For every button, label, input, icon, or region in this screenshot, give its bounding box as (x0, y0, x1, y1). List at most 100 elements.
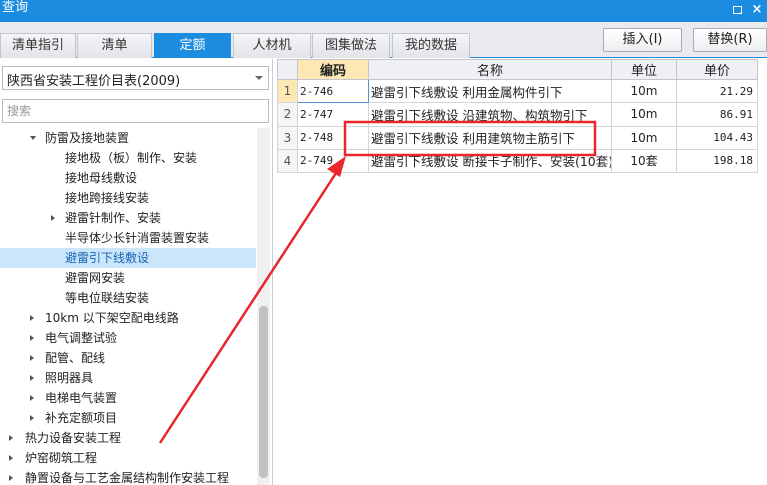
cell-name[interactable]: 避雷引下线敷设 沿建筑物、构筑物引下 (368, 102, 612, 127)
cell-name[interactable]: 避雷引下线敷设 利用建筑物主筋引下 (368, 125, 612, 150)
scrollbar-thumb[interactable] (259, 306, 268, 478)
expand-triangle-icon[interactable] (30, 315, 34, 321)
tree-node-label: 避雷引下线敷设 (65, 251, 150, 265)
tree-node-label: 接地极（板）制作、安装 (65, 151, 198, 165)
tree-node-conduit-wiring[interactable]: 配管、配线 (0, 348, 256, 368)
tree-node-label: 防雷及接地装置 (45, 131, 130, 145)
row-number: 3 (277, 125, 298, 150)
table-row[interactable]: 4 2-749 避雷引下线敷设 断接卡子制作、安装(10套) 10套 198.1… (277, 148, 758, 174)
tree-node-label: 电梯电气装置 (45, 391, 118, 405)
tree-node-lightning-rod[interactable]: 避雷针制作、安装 (0, 208, 256, 228)
tree-node-electrical-test[interactable]: 电气调整试验 (0, 328, 256, 348)
tab-bar: 清单指引 清单 定额 人材机 图集做法 我的数据 插入(I) 替换(R) (0, 22, 767, 58)
cell-price[interactable]: 104.43 (676, 125, 758, 150)
expand-triangle-icon[interactable] (9, 435, 13, 441)
tree-node-furnace-masonry[interactable]: 炉窑砌筑工程 (0, 448, 256, 468)
cell-code[interactable]: 2-749 (297, 148, 369, 174)
cell-unit[interactable]: 10m (611, 78, 677, 104)
quota-table: 编码 名称 单位 单价 1 2-746 避雷引下线敷设 利用金属构件引下 10m… (277, 59, 758, 174)
tab-labor-material-machine[interactable]: 人材机 (233, 33, 311, 58)
cell-unit[interactable]: 10m (611, 102, 677, 127)
tab-bill-guide[interactable]: 清单指引 (0, 33, 76, 58)
expand-triangle-icon[interactable] (30, 375, 34, 381)
row-number: 4 (277, 148, 298, 174)
expand-triangle-icon[interactable] (9, 475, 13, 481)
tree-node-down-conductor[interactable]: 避雷引下线敷设 (0, 248, 256, 268)
tree-node-thermal-equipment[interactable]: 热力设备安装工程 (0, 428, 256, 448)
cell-unit[interactable]: 10m (611, 125, 677, 150)
tree-node-label: 接地跨接线安装 (65, 191, 150, 205)
tab-my-data[interactable]: 我的数据 (392, 33, 470, 58)
cell-name[interactable]: 避雷引下线敷设 利用金属构件引下 (368, 78, 612, 104)
tree-node-supplementary-quota[interactable]: 补充定额项目 (0, 408, 256, 428)
window-title: 查询 (2, 0, 29, 15)
cell-price[interactable]: 21.29 (676, 78, 758, 104)
catalog-select[interactable]: 陕西省安装工程价目表(2009) (2, 66, 269, 90)
tree-node-label: 等电位联结安装 (65, 291, 150, 305)
chevron-down-icon (255, 76, 263, 80)
tree-node-label: 避雷网安装 (65, 271, 126, 285)
column-header-name[interactable]: 名称 (368, 59, 612, 80)
table-row[interactable]: 3 2-748 避雷引下线敷设 利用建筑物主筋引下 10m 104.43 (277, 125, 758, 150)
expand-triangle-icon[interactable] (30, 335, 34, 341)
expand-triangle-icon[interactable] (30, 395, 34, 401)
expand-triangle-icon[interactable] (51, 215, 55, 221)
window-titlebar: 查询 × (0, 0, 767, 22)
cell-name[interactable]: 避雷引下线敷设 断接卡子制作、安装(10套) (368, 148, 612, 174)
tree-node-static-equipment[interactable]: 静置设备与工艺金属结构制作安装工程 (0, 468, 256, 485)
row-number-header (277, 59, 298, 80)
tab-atlas-method[interactable]: 图集做法 (312, 33, 390, 58)
expand-triangle-icon[interactable] (30, 355, 34, 361)
search-input[interactable] (2, 99, 269, 123)
replace-button[interactable]: 替换(R) (693, 28, 767, 52)
tree-node-equipotential-bonding[interactable]: 等电位联结安装 (0, 288, 256, 308)
cell-code[interactable]: 2-746 (297, 78, 369, 104)
cell-unit[interactable]: 10套 (611, 148, 677, 174)
catalog-panel: 陕西省安装工程价目表(2009) 防雷及接地装置 接地极（板）制作、安装 接地母… (0, 59, 273, 485)
catalog-select-value: 陕西省安装工程价目表(2009) (7, 74, 181, 89)
table-row[interactable]: 2 2-747 避雷引下线敷设 沿建筑物、构筑物引下 10m 86.91 (277, 102, 758, 127)
tree-node-label: 接地母线敷设 (65, 171, 138, 185)
tree-node-overhead-line[interactable]: 10km 以下架空配电线路 (0, 308, 256, 328)
cell-price[interactable]: 86.91 (676, 102, 758, 127)
row-number: 2 (277, 102, 298, 127)
tree-node-label: 电气调整试验 (45, 331, 118, 345)
maximize-button[interactable] (729, 2, 745, 18)
tree-node-label: 半导体少长针消雷装置安装 (65, 231, 210, 245)
insert-button[interactable]: 插入(I) (603, 28, 682, 52)
expand-triangle-icon[interactable] (9, 455, 13, 461)
cell-code[interactable]: 2-747 (297, 102, 369, 127)
tree-node-elevator-electrical[interactable]: 电梯电气装置 (0, 388, 256, 408)
tree-node-grounding-busbar[interactable]: 接地母线敷设 (0, 168, 256, 188)
tree-scrollbar[interactable] (257, 128, 270, 485)
tree-node-label: 照明器具 (45, 371, 94, 385)
tree-node-lightning-net[interactable]: 避雷网安装 (0, 268, 256, 288)
tree-node-label: 避雷针制作、安装 (65, 211, 162, 225)
close-button[interactable]: × (749, 2, 765, 18)
tree-node-label: 补充定额项目 (45, 411, 118, 425)
tree-node-label: 炉窑砌筑工程 (25, 451, 98, 465)
tree-node-label: 热力设备安装工程 (25, 431, 122, 445)
cell-price[interactable]: 198.18 (676, 148, 758, 174)
collapse-triangle-icon[interactable] (30, 136, 36, 140)
column-header-price[interactable]: 单价 (676, 59, 758, 80)
cell-code[interactable]: 2-748 (297, 125, 369, 150)
catalog-tree: 防雷及接地装置 接地极（板）制作、安装 接地母线敷设 接地跨接线安装 避雷针制作… (0, 128, 256, 485)
column-header-unit[interactable]: 单位 (611, 59, 677, 80)
table-row[interactable]: 1 2-746 避雷引下线敷设 利用金属构件引下 10m 21.29 (277, 78, 758, 104)
tree-node-lighting-fixtures[interactable]: 照明器具 (0, 368, 256, 388)
maximize-icon (732, 6, 742, 14)
tree-node-label: 配管、配线 (45, 351, 106, 365)
column-header-code[interactable]: 编码 (297, 59, 369, 80)
tree-node-label: 10km 以下架空配电线路 (45, 311, 179, 325)
tree-node-grounding-electrode[interactable]: 接地极（板）制作、安装 (0, 148, 256, 168)
tab-quota[interactable]: 定额 (154, 33, 231, 58)
tree-node-lightning-grounding[interactable]: 防雷及接地装置 (0, 128, 256, 148)
expand-triangle-icon[interactable] (30, 415, 34, 421)
table-header-row: 编码 名称 单位 单价 (277, 59, 758, 80)
row-number: 1 (277, 78, 298, 104)
tab-bill[interactable]: 清单 (77, 33, 152, 58)
tree-node-grounding-jumper[interactable]: 接地跨接线安装 (0, 188, 256, 208)
tree-node-label: 静置设备与工艺金属结构制作安装工程 (25, 471, 230, 485)
tree-node-semiconductor-eliminator[interactable]: 半导体少长针消雷装置安装 (0, 228, 256, 248)
